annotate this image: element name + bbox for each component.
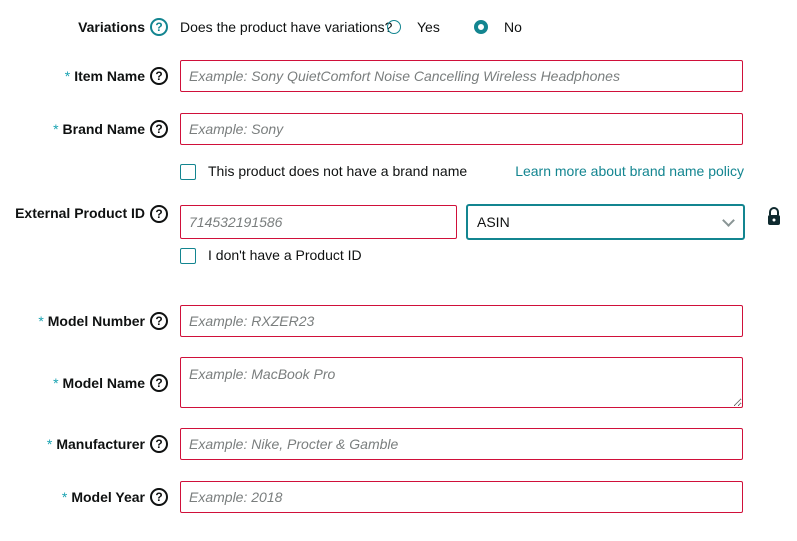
id-type-value: ASIN: [477, 214, 510, 230]
brand-name-label: * Brand Name: [53, 121, 145, 137]
model-number-input[interactable]: [180, 305, 743, 337]
help-icon[interactable]: ?: [150, 205, 168, 223]
help-icon[interactable]: ?: [150, 312, 168, 330]
external-id-label: External Product ID: [15, 205, 145, 221]
manufacturer-label: * Manufacturer: [46, 436, 145, 452]
radio-yes-label: Yes: [417, 19, 440, 35]
radio-no[interactable]: [474, 20, 488, 34]
variations-label: Variations: [78, 19, 145, 35]
no-brand-label: This product does not have a brand name: [208, 163, 468, 179]
help-icon[interactable]: ?: [150, 374, 168, 392]
help-icon[interactable]: ?: [150, 435, 168, 453]
item-name-input[interactable]: [180, 60, 743, 92]
no-brand-checkbox[interactable]: [180, 164, 196, 180]
variations-question: Does the product have variations?: [180, 19, 393, 35]
model-year-label: * Model Year: [61, 489, 145, 505]
no-product-id-label: I don't have a Product ID: [208, 247, 362, 263]
model-name-input[interactable]: [180, 357, 743, 408]
radio-no-label: No: [504, 19, 522, 35]
help-icon[interactable]: ?: [150, 488, 168, 506]
radio-yes[interactable]: [387, 20, 401, 34]
help-icon[interactable]: ?: [150, 18, 168, 36]
no-product-id-checkbox[interactable]: [180, 248, 196, 264]
external-id-input[interactable]: [180, 205, 457, 239]
model-number-label: * Model Number: [38, 313, 145, 329]
id-type-select[interactable]: ASIN: [466, 204, 745, 240]
brand-name-input[interactable]: [180, 113, 743, 145]
manufacturer-input[interactable]: [180, 428, 743, 460]
help-icon[interactable]: ?: [150, 67, 168, 85]
lock-icon: [767, 207, 781, 230]
brand-policy-link[interactable]: Learn more about brand name policy: [515, 163, 744, 179]
chevron-down-icon: [722, 214, 735, 227]
help-icon[interactable]: ?: [150, 120, 168, 138]
model-year-input[interactable]: [180, 481, 743, 513]
item-name-label: * Item Name: [64, 68, 145, 84]
model-name-label: * Model Name: [53, 375, 145, 391]
